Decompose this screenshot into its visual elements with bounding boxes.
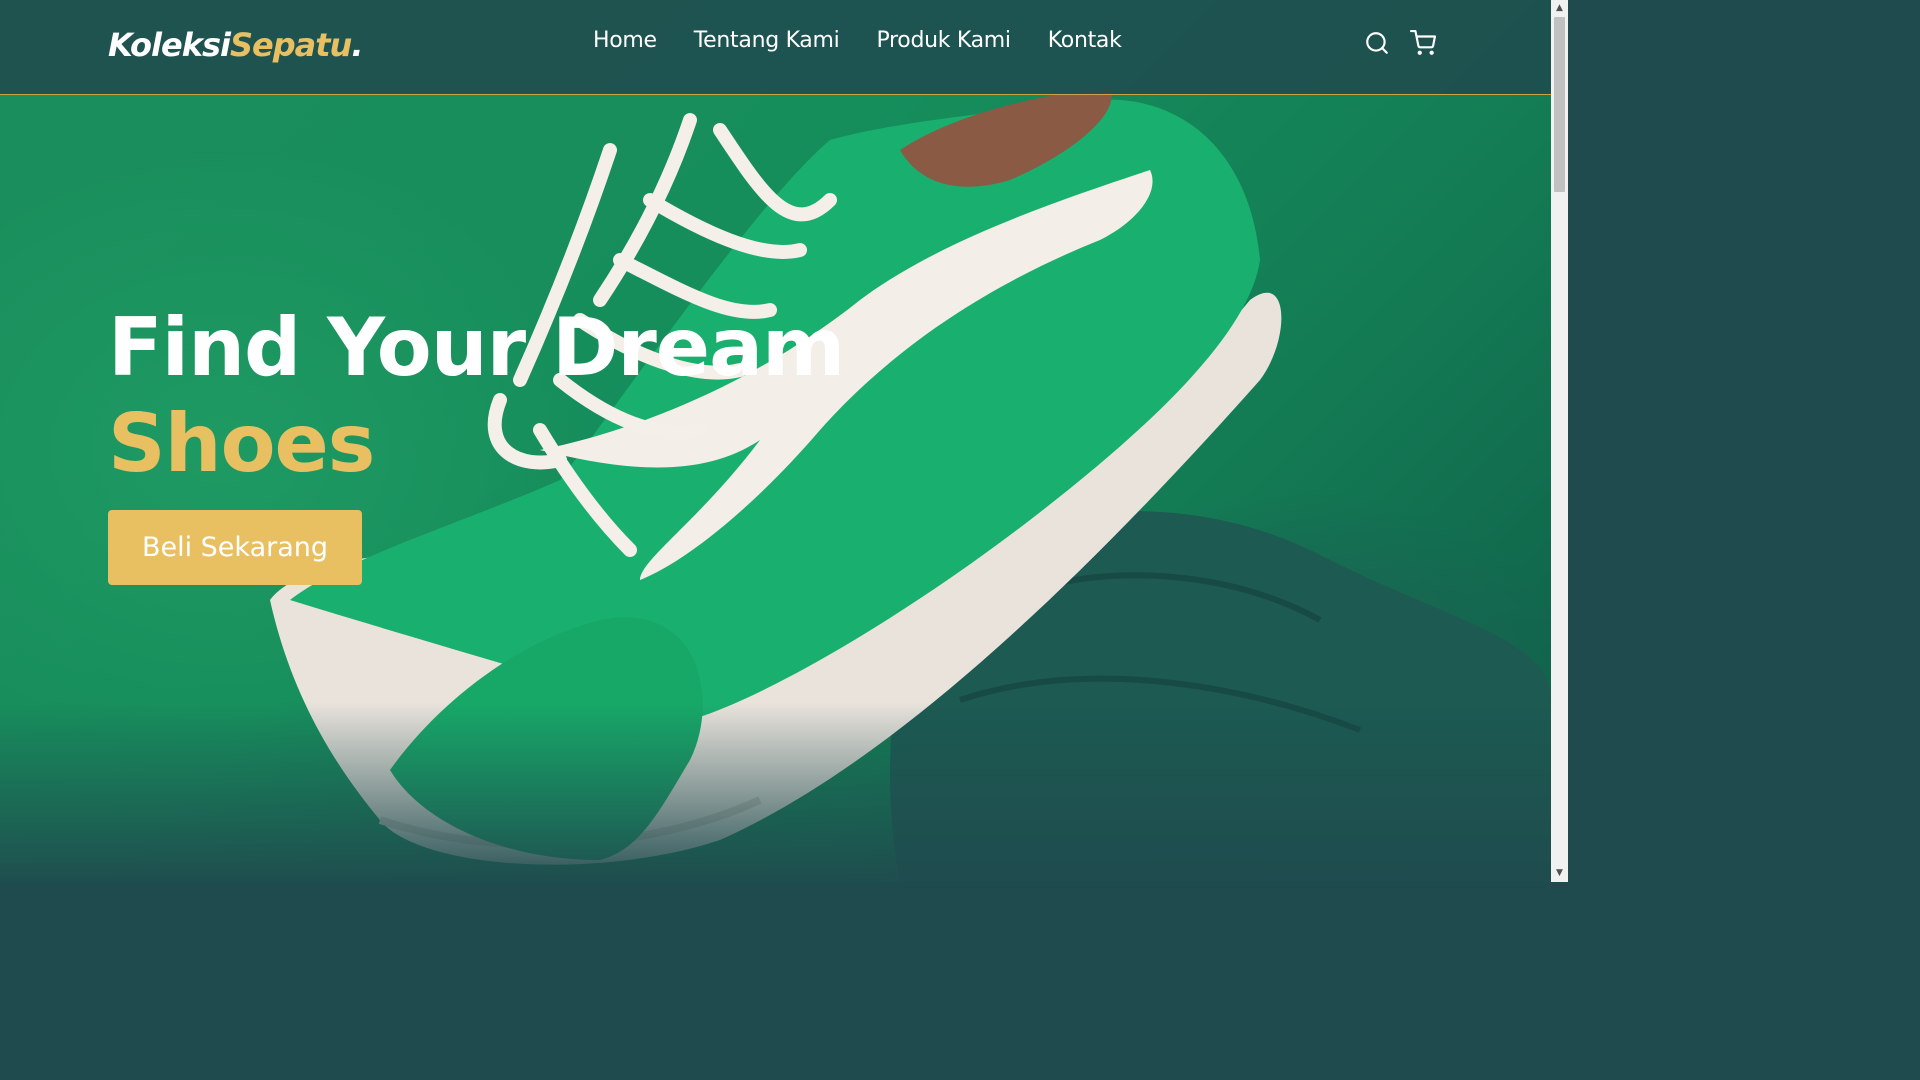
logo-accent-text: Sepatu [230,26,352,64]
nav-link-produk-kami[interactable]: Produk Kami [876,28,1011,53]
nav-icons [1364,30,1436,56]
logo-dot: . [351,26,363,64]
vertical-scrollbar[interactable]: ▲ ▼ [1551,0,1568,882]
nav-link-home[interactable]: Home [593,28,657,53]
nav-link-kontak[interactable]: Kontak [1048,28,1122,53]
logo-main-text: Koleksi [108,26,231,64]
scroll-up-arrow-icon[interactable]: ▲ [1551,0,1568,17]
navbar: KoleksiSepatu. Home Tentang Kami Produk … [0,0,1551,95]
shopping-cart-icon[interactable] [1410,30,1436,56]
scroll-down-arrow-icon[interactable]: ▼ [1551,865,1568,882]
scrollbar-thumb[interactable] [1554,17,1565,192]
search-icon[interactable] [1364,30,1390,56]
headline-line-1: Find Your Dream [108,301,845,394]
buy-now-button[interactable]: Beli Sekarang [108,510,362,585]
brand-logo[interactable]: KoleksiSepatu. [108,26,363,64]
hero-headline: Find Your Dream Shoes [108,300,845,492]
nav-links: Home Tentang Kami Produk Kami Kontak [593,28,1122,53]
nav-link-tentang-kami[interactable]: Tentang Kami [694,28,840,53]
hero-bottom-fade [0,702,1551,882]
headline-line-2: Shoes [108,397,375,490]
